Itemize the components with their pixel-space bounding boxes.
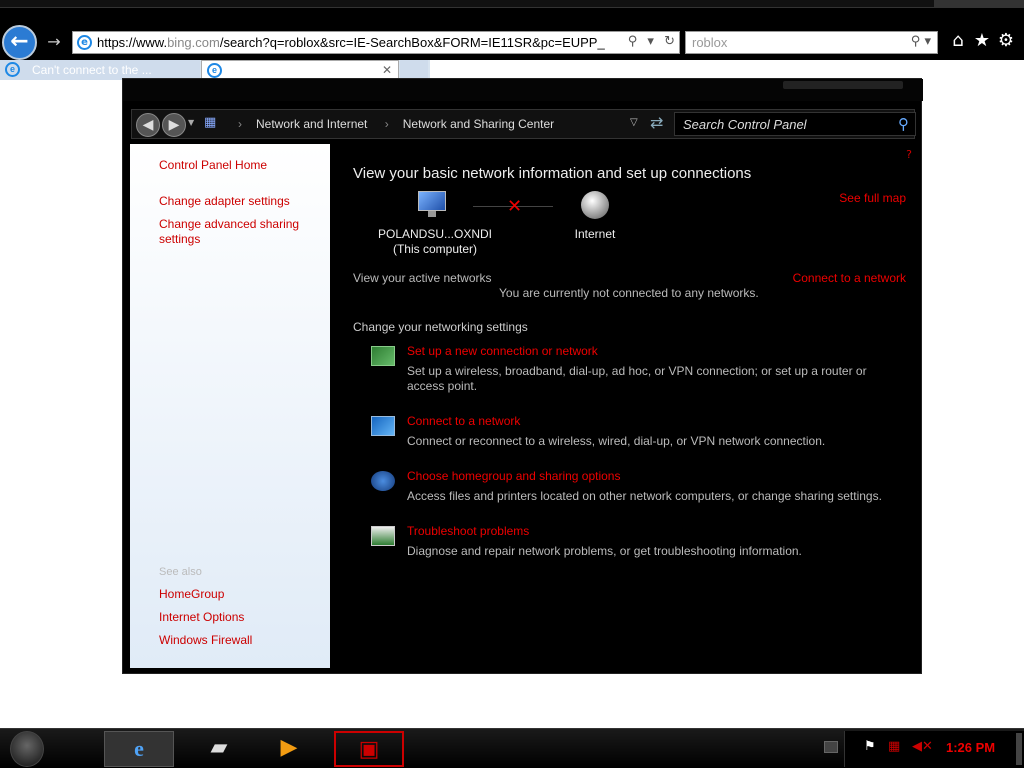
new-tab-button[interactable] xyxy=(400,60,428,80)
window-frame xyxy=(123,79,923,101)
dropdown-icon[interactable]: ▾ xyxy=(924,34,931,49)
disconnected-x-icon[interactable]: ✕ xyxy=(507,196,522,217)
back-button[interactable]: ← xyxy=(2,25,37,60)
back-button[interactable]: ◀ xyxy=(136,113,160,137)
sidebar-item-firewall[interactable]: Windows Firewall xyxy=(159,633,319,648)
sidebar: Control Panel Home Change adapter settin… xyxy=(130,144,330,668)
new-connection-icon xyxy=(371,346,395,366)
task-link[interactable]: Troubleshoot problems xyxy=(407,524,529,538)
start-button[interactable] xyxy=(10,731,44,767)
show-hidden-icons-button[interactable] xyxy=(824,741,838,753)
ie-icon: e xyxy=(207,63,222,78)
search-icon[interactable]: ⚲ xyxy=(898,115,909,133)
tab-inactive[interactable]: e Can't connect to the ... xyxy=(0,60,200,80)
chevron-right-icon[interactable]: › xyxy=(238,117,242,131)
show-desktop-button[interactable] xyxy=(1016,733,1022,765)
chevron-right-icon[interactable]: › xyxy=(385,117,389,131)
sidebar-item-adapter[interactable]: Change adapter settings xyxy=(159,194,319,209)
control-panel-window: ◀ ▶ ▼ ▦ › Network and Internet › Network a… xyxy=(122,78,923,674)
page-title: View your basic network information and … xyxy=(353,165,752,182)
breadcrumb-network-internet[interactable]: Network and Internet xyxy=(256,117,367,131)
volume-muted-icon[interactable]: ◀✕ xyxy=(912,739,933,754)
troubleshoot-icon xyxy=(371,526,395,546)
see-full-map-link[interactable]: See full map xyxy=(839,191,906,205)
action-center-flag-icon[interactable]: ⚑ xyxy=(864,739,876,754)
tab-active[interactable]: e ✕ xyxy=(201,60,399,80)
refresh-icon[interactable]: ↻ xyxy=(664,34,675,49)
favorites-star-icon[interactable]: ★ xyxy=(970,30,994,51)
gear-icon[interactable]: ⚙ xyxy=(994,30,1018,51)
control-panel-icon: ▦ xyxy=(204,115,217,130)
window-controls[interactable] xyxy=(934,0,1024,8)
explorer-nav-bar: ◀ ▶ ▼ ▦ › Network and Internet › Network a… xyxy=(131,109,916,139)
browser-toolbar: ← → e https://www.bing.com/search?q=robl… xyxy=(0,0,1024,60)
connect-network-icon xyxy=(371,416,395,436)
sidebar-item-homegroup[interactable]: HomeGroup xyxy=(159,587,319,602)
taskbar-ie-icon[interactable]: e xyxy=(104,731,174,767)
search-placeholder[interactable]: Search Control Panel xyxy=(683,117,807,132)
computer-sub-text: (This computer) xyxy=(392,242,478,256)
internet-globe-icon[interactable] xyxy=(581,191,609,219)
ie-icon: e xyxy=(77,35,92,50)
internet-label: Internet xyxy=(574,227,616,241)
sidebar-item-internet-options[interactable]: Internet Options xyxy=(159,610,319,625)
search-value[interactable]: roblox xyxy=(692,35,727,50)
network-tray-icon[interactable]: ▦ xyxy=(888,739,900,754)
taskbar: e ▰ ▶ ▣ ⚑ ▦ ◀✕ 1:26 PM xyxy=(0,728,1024,768)
task-description: Diagnose and repair network problems, or… xyxy=(407,544,802,558)
main-content: ? View your basic network information an… xyxy=(330,144,916,668)
section-heading: Change your networking settings xyxy=(353,320,528,334)
tab-label: Can't connect to the ... xyxy=(32,63,152,77)
ie-icon: e xyxy=(5,62,20,77)
search-icon[interactable]: ⚲ xyxy=(911,34,921,49)
taskbar-network-icon[interactable]: ▰ xyxy=(184,731,254,767)
computer-name-text: POLANDSU...OXNDI xyxy=(377,227,493,241)
address-bar[interactable]: e https://www.bing.com/search?q=roblox&s… xyxy=(72,31,680,54)
title-strip xyxy=(0,0,1024,8)
dropdown-icon[interactable]: ▾ xyxy=(647,34,654,49)
task-description: Connect or reconnect to a wireless, wire… xyxy=(407,434,826,448)
taskbar-media-player-icon[interactable]: ▶ xyxy=(254,731,324,767)
home-icon[interactable]: ⌂ xyxy=(946,30,970,51)
see-also-header: See also xyxy=(159,566,202,578)
forward-button[interactable]: → xyxy=(42,30,66,54)
history-dropdown-icon[interactable]: ▼ xyxy=(188,118,194,127)
forward-button[interactable]: ▶ xyxy=(162,113,186,137)
homegroup-icon xyxy=(371,471,395,491)
task-link[interactable]: Set up a new connection or network xyxy=(407,344,598,358)
task-link[interactable]: Connect to a network xyxy=(407,414,520,428)
active-networks-label: View your active networks xyxy=(353,271,492,285)
address-text[interactable]: https://www.bing.com/search?q=roblox&src… xyxy=(97,35,605,50)
help-icon[interactable]: ? xyxy=(906,148,912,161)
address-dropdown-icon[interactable]: ▽ xyxy=(630,117,638,128)
computer-name: POLANDSU...OXNDI (This computer) xyxy=(370,227,500,257)
refresh-icon[interactable]: ⇄ xyxy=(650,113,663,132)
search-icon[interactable]: ⚲ xyxy=(628,34,638,49)
task-link[interactable]: Choose homegroup and sharing options xyxy=(407,469,620,483)
task-description: Access files and printers located on oth… xyxy=(407,489,882,503)
not-connected-status: You are currently not connected to any n… xyxy=(499,286,759,300)
connect-to-network-link[interactable]: Connect to a network xyxy=(793,271,906,285)
computer-icon[interactable] xyxy=(416,191,450,221)
task-description: Set up a wireless, broadband, dial-up, a… xyxy=(407,364,867,393)
close-icon[interactable]: ✕ xyxy=(382,63,392,77)
breadcrumb: › Network and Internet › Network and Shari… xyxy=(224,117,554,131)
breadcrumb-sharing-center[interactable]: Network and Sharing Center xyxy=(403,117,554,131)
clock[interactable]: 1:26 PM xyxy=(946,740,995,755)
sidebar-item-home[interactable]: Control Panel Home xyxy=(159,158,319,173)
search-input[interactable]: Search Control Panel ⚲ xyxy=(674,112,916,136)
tab-strip: e Can't connect to the ... e ✕ xyxy=(0,60,430,80)
sidebar-item-advanced-sharing[interactable]: Change advanced sharing settings xyxy=(159,217,309,247)
search-input[interactable]: roblox ⚲ ▾ xyxy=(685,31,938,54)
taskbar-control-panel-icon[interactable]: ▣ xyxy=(334,731,404,767)
